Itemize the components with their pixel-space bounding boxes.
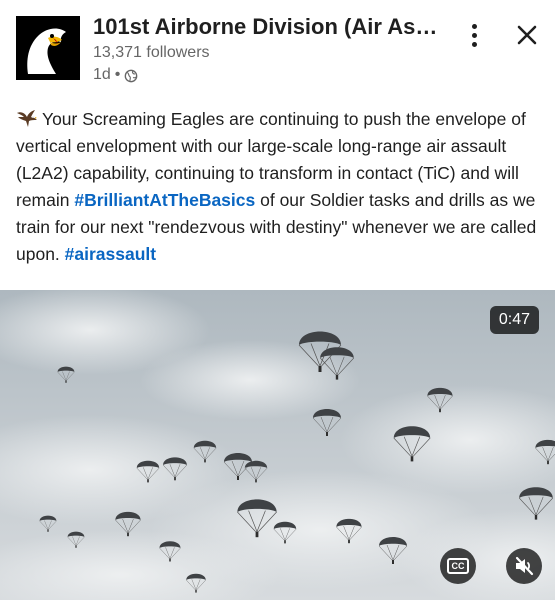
more-vertical-icon[interactable] <box>462 18 486 52</box>
post-time: 1d <box>93 66 111 83</box>
video-duration: 0:47 <box>489 306 539 334</box>
eagle-icon <box>17 110 37 127</box>
post-meta: 1d • <box>93 66 138 84</box>
post-header: 101st Airborne Division (Air Assa... 13,… <box>0 0 555 98</box>
video-player[interactable]: 0:47 CC <box>0 290 555 600</box>
close-icon[interactable] <box>512 20 542 50</box>
closed-captions-button[interactable]: CC <box>440 548 476 584</box>
mute-button[interactable] <box>506 548 542 584</box>
closed-captions-icon: CC <box>447 558 469 574</box>
volume-muted-icon <box>515 556 534 576</box>
follower-count: 13,371 followers <box>93 44 210 61</box>
meta-separator: • <box>114 66 121 83</box>
post-body: Your Screaming Eagles are continuing to … <box>16 106 546 268</box>
globe-icon <box>125 69 138 82</box>
hashtag-airassault[interactable]: #airassault <box>65 244 156 264</box>
hashtag-brilliantatthebasics[interactable]: #BrilliantAtTheBasics <box>74 190 255 210</box>
screaming-eagle-logo <box>16 16 80 80</box>
avatar[interactable] <box>16 16 80 80</box>
page-title[interactable]: 101st Airborne Division (Air Assa... <box>93 14 438 40</box>
